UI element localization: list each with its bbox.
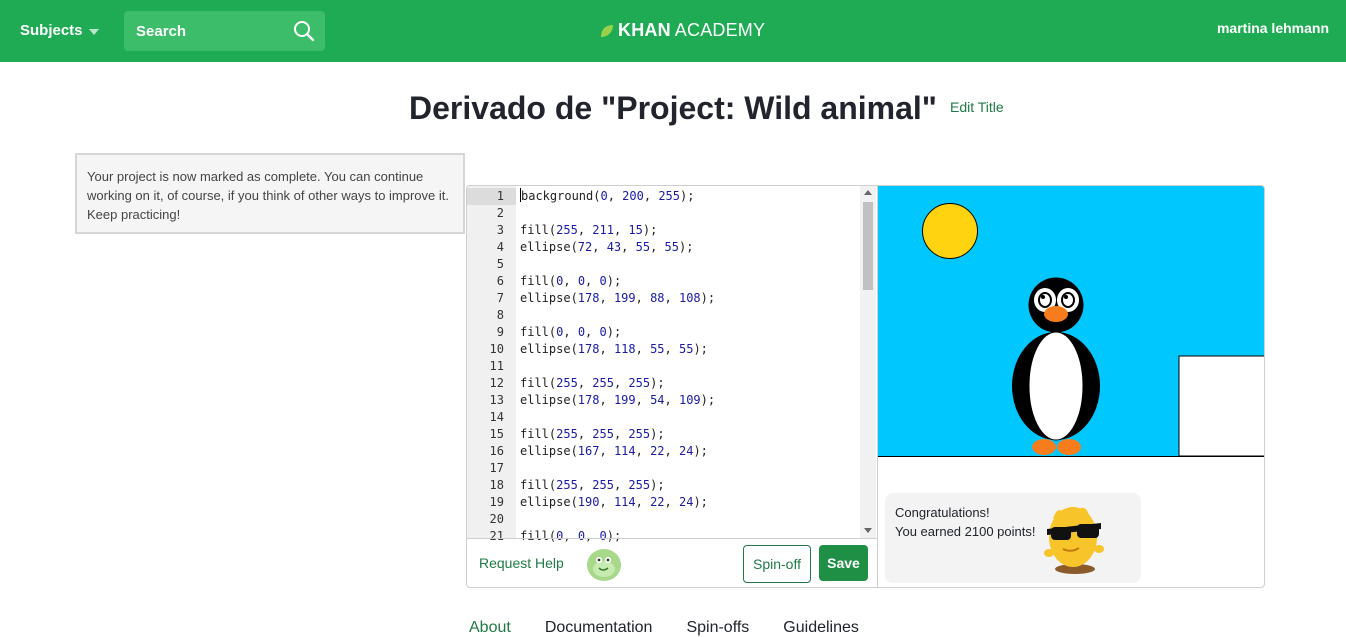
line-number: 13 (489, 393, 504, 407)
code-line[interactable]: ellipse(178, 199, 54, 109); (520, 392, 715, 409)
line-number-gutter: 1 2 3 4 5 6 7 8 9 10 11 12 13 14 15 16 17 18 19 20 21 (467, 186, 516, 543)
line-number: 9 (496, 325, 504, 339)
scroll-thumb[interactable] (863, 202, 873, 290)
page-title: Derivado de "Project: Wild animal" (409, 90, 937, 126)
code-line[interactable]: background(0, 200, 255); (520, 188, 694, 205)
khan-academy-logo[interactable]: KHAN ACADEMY (600, 20, 765, 41)
tab-spin-offs[interactable]: Spin-offs (686, 619, 749, 637)
sun-shape (922, 203, 978, 259)
code-editor[interactable]: 1 2 3 4 5 6 7 8 9 10 11 12 13 14 15 16 17 18 19 20 21 backgr… (467, 186, 878, 543)
line-number: 15 (489, 427, 504, 441)
program-tabs: About Documentation Spin-offs Guidelines (469, 619, 859, 637)
logo-text-academy: ACADEMY (674, 20, 766, 40)
code-line[interactable]: ellipse(178, 118, 55, 55); (520, 341, 708, 358)
chevron-down-icon (88, 28, 99, 35)
penguin-right-pupil-dot (1064, 295, 1068, 299)
search-label: Search (136, 22, 187, 40)
scroll-down-icon[interactable] (864, 528, 872, 533)
search-icon[interactable] (293, 20, 315, 42)
save-button[interactable]: Save (819, 545, 868, 581)
top-navigation-bar: Subjects Search KHAN ACADEMY martina lehm… (0, 0, 1346, 62)
code-line[interactable]: ellipse(190, 114, 22, 24); (520, 494, 708, 511)
line-number: 1 (467, 188, 516, 205)
line-number: 11 (489, 359, 504, 373)
penguin-left-foot (1032, 439, 1056, 455)
code-line[interactable]: fill(0, 0, 0); (520, 324, 621, 341)
penguin-belly (1028, 331, 1084, 441)
editor-scrollbar[interactable] (860, 186, 876, 538)
line-number: 5 (496, 257, 504, 271)
code-line[interactable]: ellipse(72, 43, 55, 55); (520, 239, 693, 256)
line-number: 19 (489, 495, 504, 509)
line-number: 4 (496, 240, 504, 254)
tab-documentation[interactable]: Documentation (545, 619, 653, 637)
scroll-up-icon[interactable] (864, 190, 872, 195)
line-number: 8 (496, 308, 504, 322)
code-line[interactable]: fill(255, 255, 255); (520, 426, 665, 443)
editor-container: 1 2 3 4 5 6 7 8 9 10 11 12 13 14 15 16 17 18 19 20 21 backgr… (466, 185, 1265, 588)
tab-about[interactable]: About (469, 619, 511, 637)
line-number: 7 (496, 291, 504, 305)
help-avatar-icon (587, 549, 621, 581)
code-line[interactable]: ellipse(178, 199, 88, 108); (520, 290, 715, 307)
line-number: 14 (489, 410, 504, 424)
completion-notice: Your project is now marked as complete. … (75, 153, 465, 234)
canvas-footer-area: Congratulations! You earned 2100 points! (878, 456, 1264, 587)
line-number: 2 (496, 206, 504, 220)
penguin-left-pupil-dot (1041, 295, 1045, 299)
leaf-icon (601, 24, 613, 37)
line-number: 12 (489, 376, 504, 390)
line-number: 20 (489, 512, 504, 526)
line-number: 16 (489, 444, 504, 458)
line-number: 10 (489, 342, 504, 356)
request-help-link[interactable]: Request Help (479, 555, 564, 571)
editor-footer: Request Help Spin-off Save (467, 538, 878, 587)
program-output-canvas[interactable] (878, 186, 1265, 456)
subjects-menu[interactable]: Subjects (20, 22, 99, 39)
code-line[interactable]: ellipse(167, 114, 22, 24); (520, 443, 708, 460)
code-line[interactable]: fill(255, 211, 15); (520, 222, 657, 239)
congratulations-card: Congratulations! You earned 2100 points! (885, 493, 1141, 583)
tab-guidelines[interactable]: Guidelines (783, 619, 859, 637)
subjects-label: Subjects (20, 22, 83, 39)
line-number: 3 (496, 223, 504, 237)
sunglasses-avatar-icon (1044, 507, 1104, 574)
line-number: 17 (489, 461, 504, 475)
logo-text-khan: KHAN (618, 20, 671, 40)
penguin-beak (1044, 306, 1068, 322)
code-line[interactable]: fill(255, 255, 255); (520, 477, 665, 494)
page-title-row: Derivado de "Project: Wild animal" (0, 90, 1346, 127)
code-line[interactable]: fill(255, 255, 255); (520, 375, 665, 392)
code-line[interactable]: fill(0, 0, 0); (520, 273, 621, 290)
user-menu[interactable]: martina lehmann (1217, 20, 1329, 36)
white-box-shape (1178, 355, 1264, 456)
line-number: 18 (489, 478, 504, 492)
spin-off-button[interactable]: Spin-off (743, 545, 811, 583)
search-box[interactable]: Search (124, 11, 325, 51)
edit-title-link[interactable]: Edit Title (950, 99, 1004, 115)
line-number: 6 (496, 274, 504, 288)
penguin-right-foot (1057, 439, 1081, 455)
